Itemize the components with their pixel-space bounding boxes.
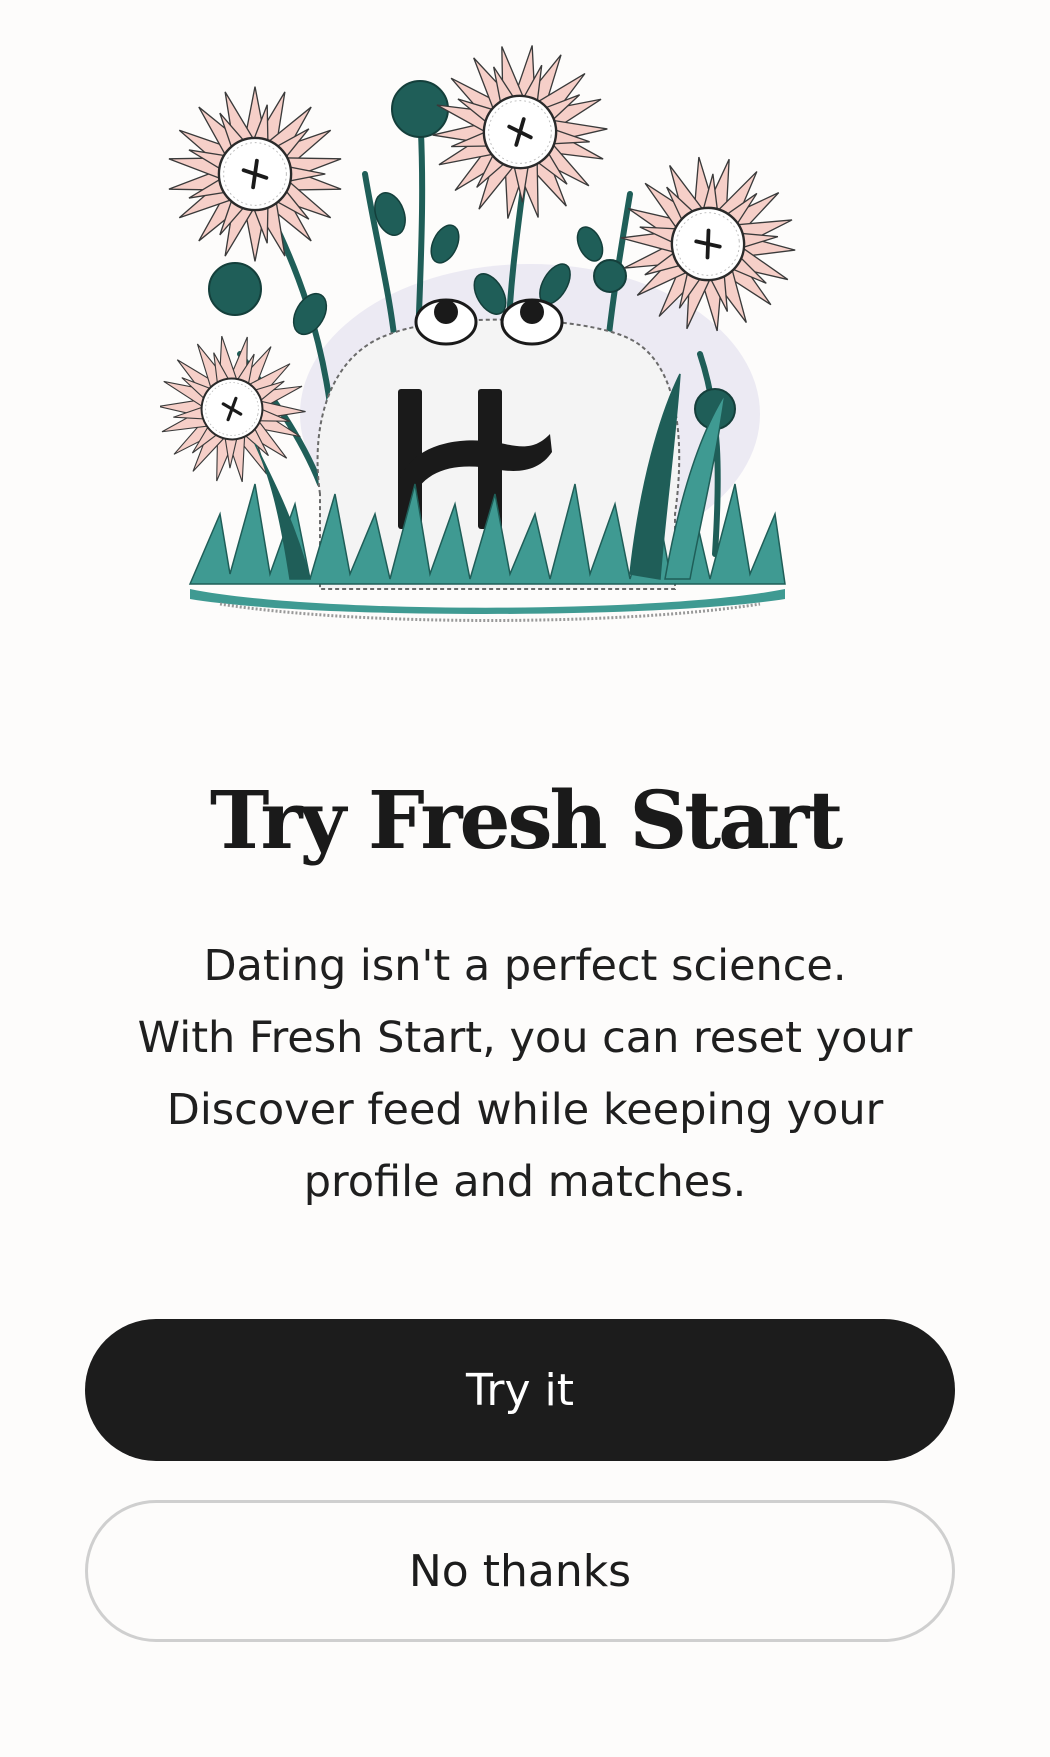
fresh-start-sheet: Try Fresh Start Dating isn't a perfect s… <box>0 0 1050 1757</box>
try-it-button[interactable]: Try it <box>85 1319 955 1461</box>
description-text: Dating isn't a perfect science. With Fre… <box>90 930 960 1218</box>
description-line: profile and matches. <box>303 1157 747 1207</box>
try-it-button-label: Try it <box>465 1364 574 1416</box>
page-title: Try Fresh Start <box>209 773 843 867</box>
no-thanks-button[interactable]: No thanks <box>85 1500 955 1642</box>
description-line: Dating isn't a perfect science. <box>203 941 847 991</box>
description-line: Discover feed while keeping your <box>166 1085 884 1135</box>
no-thanks-button-label: No thanks <box>408 1545 632 1597</box>
hero-illustration <box>160 31 807 622</box>
description-line: With Fresh Start, you can reset your <box>137 1013 913 1063</box>
